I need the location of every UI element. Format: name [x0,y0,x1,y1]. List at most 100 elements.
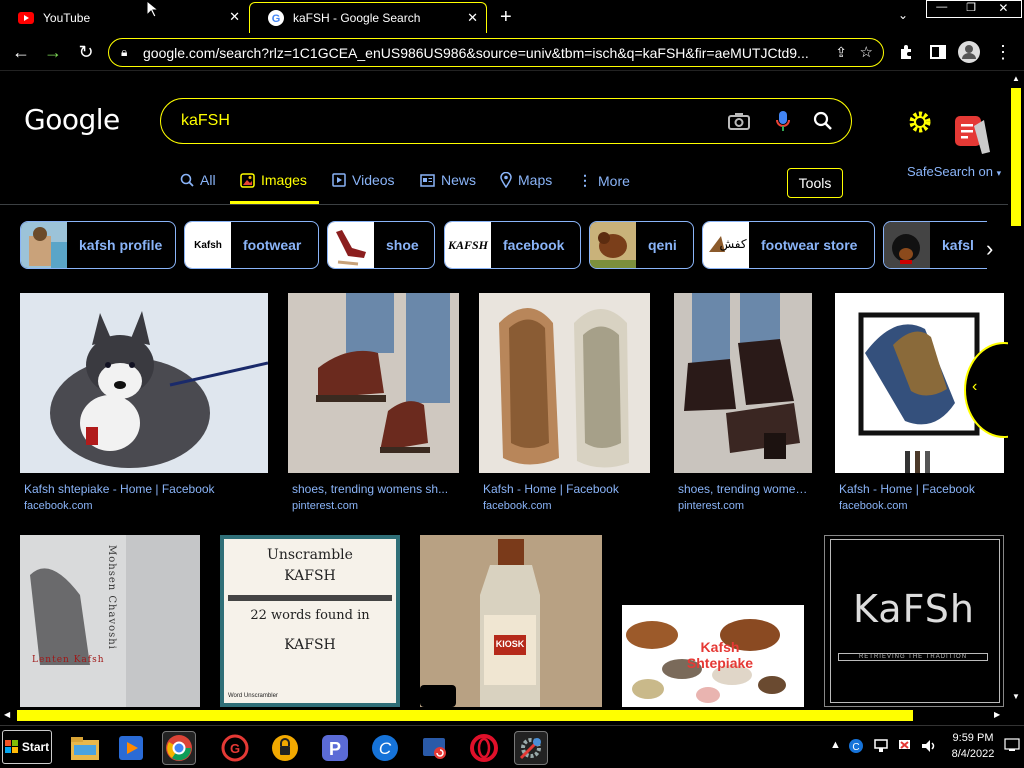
chip-kafsh-profile[interactable]: kafsh profile [20,221,176,269]
gear-icon[interactable] [908,110,932,134]
google-logo[interactable]: Google [24,103,120,136]
horizontal-scrollbar[interactable]: ◀ ▶ [0,707,1008,724]
chrome-taskbar-icon[interactable] [162,731,196,765]
camera-icon[interactable] [728,112,750,130]
side-panel-icon[interactable] [927,41,949,63]
scroll-down-arrow-icon[interactable]: ▼ [1012,692,1020,701]
tray-expand-icon[interactable]: ▲ [830,739,841,751]
close-window-icon[interactable]: ✕ [986,1,1021,17]
share-icon[interactable]: ⇪ [835,44,847,61]
image-result[interactable]: Mohsen Chavoshi Lenten Kafsh [20,535,200,707]
chip-label: footwear [243,237,302,253]
result-title[interactable]: shoes, trending women... [678,482,812,496]
tab-google-search[interactable]: G kaFSH - Google Search ✕ [249,2,487,33]
chip-footwear-store[interactable]: کفش footwear store [702,221,875,269]
tab-youtube[interactable]: YouTube ✕ [0,2,248,33]
tab-images[interactable]: Images [240,172,307,188]
result-title[interactable]: Kafsh - Home | Facebook [483,482,648,496]
tab-videos[interactable]: Videos [332,172,395,188]
close-tab-icon[interactable]: ✕ [229,9,240,25]
image-result[interactable]: Unscramble KAFSH 22 words found in KAFSH… [220,535,400,707]
scroll-up-arrow-icon[interactable]: ▲ [1012,74,1020,83]
forward-arrow-icon[interactable]: → [42,41,64,63]
chip-thumbnail: KAFSH [445,222,491,268]
chip-facebook[interactable]: KAFSH facebook [444,221,581,269]
result-title[interactable]: Kafsh - Home | Facebook [839,482,999,496]
file-explorer-icon[interactable] [68,731,102,765]
search-query[interactable]: kaFSH [181,112,230,130]
image-result[interactable]: Kafsh shtepiake - Home | Facebook facebo… [20,293,268,513]
screen-capture-icon[interactable] [418,731,452,765]
refresh-app-icon[interactable]: G [218,731,252,765]
chip-qeni[interactable]: qeni [589,221,694,269]
logo-word: KaFSh [853,587,975,631]
search-icon[interactable] [813,111,833,131]
image-result[interactable]: KIOSK [420,535,602,707]
bookmark-star-icon[interactable]: ☆ [860,43,873,61]
chip-label: footwear store [761,237,858,253]
tab-more[interactable]: ⋮ More [578,172,630,189]
tray-network-icon[interactable] [873,738,889,754]
scroll-left-arrow-icon[interactable]: ◀ [4,710,10,719]
result-source: pinterest.com [292,500,359,512]
p-app-icon[interactable]: P [318,731,352,765]
svg-text:کفش: کفش [719,237,746,252]
image-result[interactable]: Kafsh Shtepiake [622,605,804,707]
tools-button[interactable]: Tools [787,168,843,198]
tab-news[interactable]: News [420,172,476,188]
speaker-volume-icon[interactable] [920,738,938,754]
minimize-icon[interactable]: — [927,1,956,17]
clock-date[interactable]: 8/4/2022 [950,748,996,760]
profile-avatar-icon[interactable] [958,41,980,63]
chip-kafsl[interactable]: kafsl [883,221,987,269]
app-logo-icon[interactable] [952,112,992,158]
animals-caption: Kafsh Shtepiake [686,639,754,671]
scroll-right-arrow-icon[interactable]: ▶ [994,710,1000,719]
tab-maps[interactable]: Maps [500,172,552,188]
chevron-right-icon[interactable]: › [986,236,993,262]
tab-all[interactable]: All [180,172,216,188]
tab-label: Maps [518,172,553,188]
safesearch-toggle[interactable]: SafeSearch on ▾ [907,164,1001,179]
image-result[interactable]: Kafsh - Home | Facebook facebook.com [479,293,650,513]
unscramble-line1: Unscramble [267,547,353,563]
chip-footwear[interactable]: Kafsh footwear [184,221,319,269]
browser-menu-icon[interactable]: ⋮ [992,41,1014,63]
back-arrow-icon[interactable]: ← [10,41,32,63]
result-title[interactable]: shoes, trending womens sh... [292,482,457,496]
c-app-icon[interactable]: C [368,731,402,765]
microphone-icon[interactable] [776,110,790,132]
opera-icon[interactable] [467,731,501,765]
clock-time[interactable]: 9:59 PM [950,732,996,744]
settings-tool-icon[interactable] [514,731,548,765]
tab-strip: YouTube ✕ G kaFSH - Google Search ✕ + ⌄ … [0,0,1024,33]
address-bar[interactable]: 🔒︎ google.com/search?rlz=1C1GCEA_enUS986… [108,38,884,67]
chevron-down-icon[interactable]: ⌄ [898,8,908,22]
chip-shoe[interactable]: shoe [327,221,435,269]
image-result[interactable]: shoes, trending womens sh... pinterest.c… [288,293,459,513]
tray-flag-icon[interactable] [897,738,913,754]
image-result[interactable]: shoes, trending women... pinterest.com [674,293,812,513]
search-input[interactable]: kaFSH [160,98,852,144]
tab-label: Images [261,172,307,188]
result-title[interactable]: Kafsh shtepiake - Home | Facebook [24,482,264,496]
reload-icon[interactable]: ↻ [75,41,97,63]
tab-label: Videos [352,172,395,188]
restore-icon[interactable]: ❐ [956,1,985,17]
tray-c-icon[interactable]: C [848,738,864,754]
chip-thumbnail [21,222,67,268]
close-tab-icon[interactable]: ✕ [467,10,478,26]
new-tab-button[interactable]: + [500,6,512,29]
start-button[interactable]: Start [2,730,52,764]
media-player-icon[interactable] [114,731,148,765]
vpn-lock-icon[interactable] [268,731,302,765]
extensions-icon[interactable] [895,41,917,63]
chip-label: kafsl [942,237,974,253]
vertical-scroll-thumb[interactable] [1011,88,1021,226]
vertical-scrollbar[interactable]: ▲ ▼ [1008,72,1024,707]
horizontal-scroll-thumb[interactable] [17,710,913,721]
show-desktop-icon[interactable] [1004,738,1020,752]
result-image-brown-boots [288,293,459,473]
image-result[interactable]: KaFSh RETRIEVING THE TRADITION [824,535,1004,707]
video-icon [332,173,346,187]
